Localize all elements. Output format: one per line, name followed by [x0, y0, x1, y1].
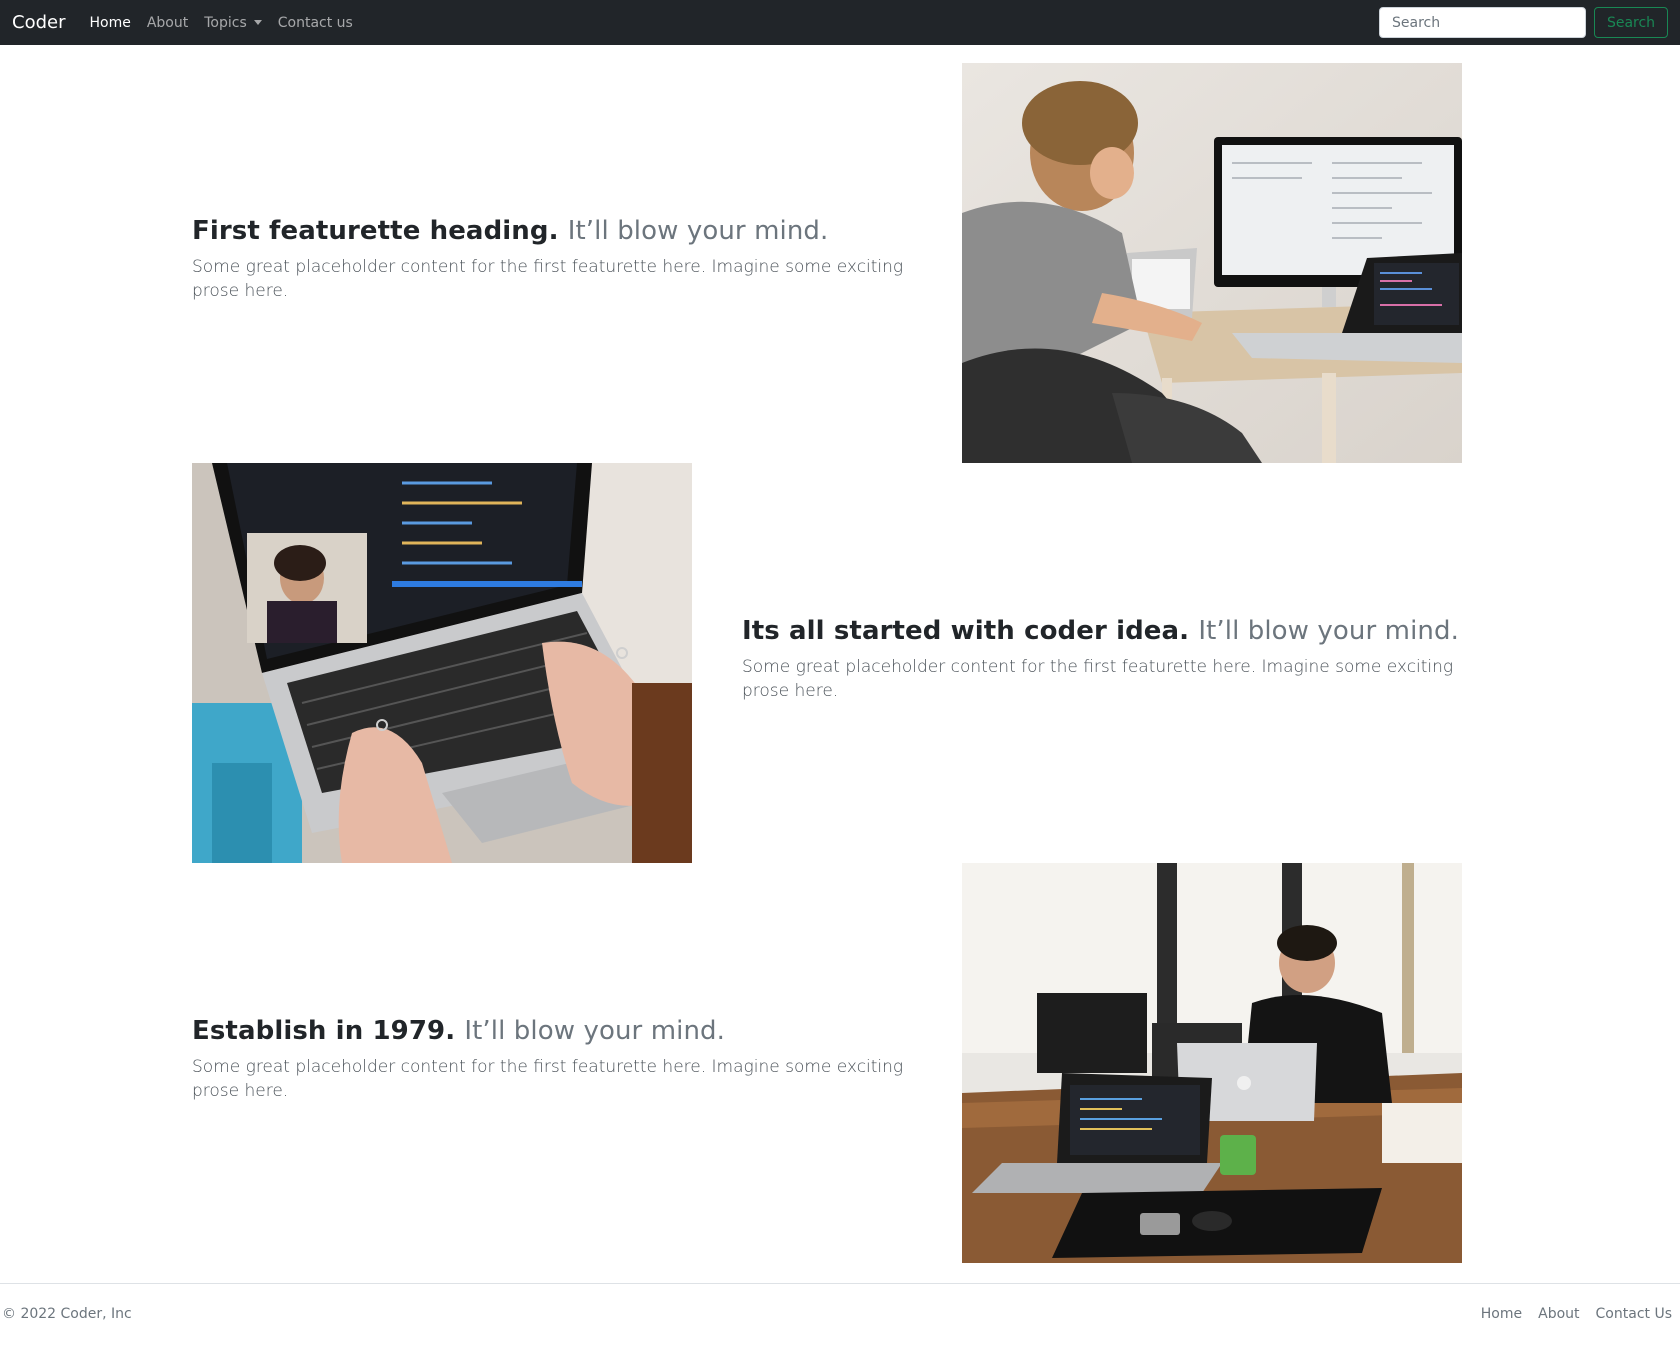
man-at-desk-with-monitor-photo: [962, 63, 1462, 463]
footer-links: Home About Contact Us: [1465, 1306, 1680, 1322]
footer-link-home[interactable]: Home: [1481, 1306, 1522, 1322]
featurette-3-text: Establish in 1979. It’ll blow your mind.…: [192, 1016, 952, 1103]
hands-typing-on-laptop-photo: [192, 463, 692, 863]
featurette-2: Its all started with coder idea. It’ll b…: [0, 463, 1680, 863]
footer-link-about[interactable]: About: [1538, 1306, 1579, 1322]
featurette-2-heading-main: Its all started with coder idea.: [742, 616, 1190, 646]
featurette-1: First featurette heading. It’ll blow you…: [0, 63, 1680, 463]
featurette-2-heading: Its all started with coder idea. It’ll b…: [742, 616, 1502, 647]
footer-link-contact[interactable]: Contact Us: [1596, 1306, 1672, 1322]
copyright-text: © 2022 Coder, Inc: [2, 1306, 132, 1322]
featurette-1-heading-main: First featurette heading.: [192, 216, 559, 246]
footer: © 2022 Coder, Inc Home About Contact Us: [0, 1302, 1680, 1326]
featurette-1-text: First featurette heading. It’ll blow you…: [192, 216, 952, 303]
footer-divider: [0, 1283, 1680, 1284]
featurette-1-heading: First featurette heading. It’ll blow you…: [192, 216, 952, 247]
featurette-2-heading-muted: It’ll blow your mind.: [1198, 616, 1459, 646]
featurette-3-heading-muted: It’ll blow your mind.: [464, 1016, 725, 1046]
nav-link-home[interactable]: Home: [89, 15, 130, 31]
caret-down-icon: [253, 20, 262, 25]
search-input[interactable]: [1379, 7, 1586, 38]
featurette-1-heading-muted: It’ll blow your mind.: [567, 216, 829, 246]
search-form: Search: [1379, 7, 1668, 38]
nav-link-about[interactable]: About: [147, 15, 188, 31]
featurette-2-lead: Some great placeholder content for the f…: [742, 657, 1454, 702]
featurette-3-lead: Some great placeholder content for the f…: [192, 1057, 904, 1102]
office-workspace-laptops-photo: [962, 863, 1462, 1263]
search-button[interactable]: Search: [1594, 7, 1668, 38]
top-navbar: Coder Home About Topics Contact us Searc…: [0, 0, 1680, 45]
featurette-1-lead: Some great placeholder content for the f…: [192, 257, 904, 302]
featurette-3: Establish in 1979. It’ll blow your mind.…: [0, 863, 1680, 1263]
featurette-3-heading: Establish in 1979. It’ll blow your mind.: [192, 1016, 952, 1047]
brand-logo[interactable]: Coder: [12, 12, 65, 33]
featurette-2-text: Its all started with coder idea. It’ll b…: [742, 616, 1502, 703]
featurette-3-heading-main: Establish in 1979.: [192, 1016, 456, 1046]
nav-dropdown-topics-label: Topics: [204, 14, 247, 31]
nav-link-contact[interactable]: Contact us: [278, 15, 353, 31]
nav-dropdown-topics[interactable]: Topics: [204, 15, 262, 31]
